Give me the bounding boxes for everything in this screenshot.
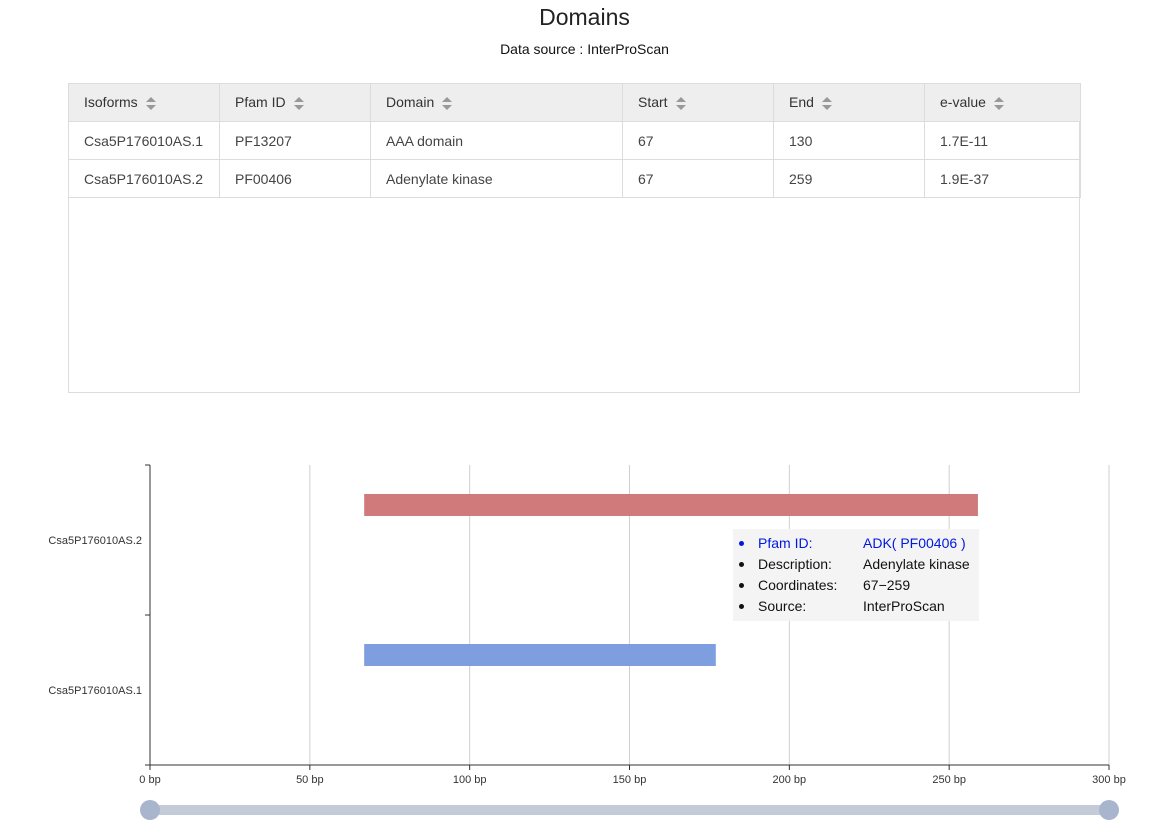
x-tick-label: 100 bp [453, 774, 487, 786]
domains-table: Isoforms Pfam ID Domain Start End e-valu… [68, 83, 1081, 198]
tooltip-pfam-row: Pfam ID: ADK( PF00406 ) [739, 533, 979, 554]
sort-icon[interactable] [145, 96, 156, 111]
cell-isoform: Csa5P176010AS.1 [68, 121, 220, 160]
column-header-end[interactable]: End [773, 83, 925, 122]
column-header-domain[interactable]: Domain [370, 83, 623, 122]
table-row[interactable]: Csa5P176010AS.2 PF00406 Adenylate kinase… [68, 159, 1081, 198]
tooltip-source-row: Source: InterProScan [739, 596, 979, 617]
y-category-label: Csa5P176010AS.1 [48, 685, 142, 697]
sort-icon[interactable] [821, 96, 832, 111]
sort-icon[interactable] [293, 96, 304, 111]
cell-start: 67 [622, 159, 774, 198]
zoom-slider-end-handle[interactable] [1099, 800, 1119, 820]
x-tick-label: 50 bp [296, 774, 324, 786]
zoom-slider-track[interactable] [150, 805, 1109, 815]
column-header-e-value[interactable]: e-value [924, 83, 1081, 122]
x-tick-label: 150 bp [613, 774, 647, 786]
page-title: Domains [539, 4, 630, 30]
cell-start: 67 [622, 121, 774, 160]
domain-bar [364, 494, 978, 516]
cell-end: 130 [773, 121, 925, 160]
x-tick-label: 200 bp [773, 774, 807, 786]
cell-e-value: 1.7E-11 [924, 121, 1081, 160]
column-header-isoforms[interactable]: Isoforms [68, 83, 220, 122]
data-source-label: Data source : InterProScan [500, 41, 669, 57]
domain-bar [364, 644, 716, 666]
tooltip-coordinates-row: Coordinates: 67−259 [739, 575, 979, 596]
tooltip-description-row: Description: Adenylate kinase [739, 554, 979, 575]
x-tick-label: 0 bp [139, 774, 160, 786]
y-category-label: Csa5P176010AS.2 [48, 535, 142, 547]
cell-end: 259 [773, 159, 925, 198]
cell-pfam-id: PF00406 [219, 159, 371, 198]
column-header-start[interactable]: Start [622, 83, 774, 122]
domain-chart: 0 bp 50 bp 100 bp 150 bp 200 bp 250 bp 300 bp C… [48, 464, 1126, 820]
zoom-slider-start-handle[interactable] [140, 800, 160, 820]
domains-table-container: Isoforms Pfam ID Domain Start End e-valu… [68, 83, 1081, 393]
x-tick-label: 300 bp [1092, 774, 1126, 786]
column-header-pfam-id[interactable]: Pfam ID [219, 83, 371, 122]
sort-icon[interactable] [442, 96, 453, 111]
cell-isoform: Csa5P176010AS.2 [68, 159, 220, 198]
cell-domain: Adenylate kinase [370, 159, 623, 198]
domain-tooltip: Pfam ID: ADK( PF00406 ) Description: Adeny… [733, 529, 979, 621]
table-row[interactable]: Csa5P176010AS.1 PF13207 AAA domain 67 13… [68, 121, 1081, 160]
x-tick-label: 250 bp [932, 774, 966, 786]
sort-icon[interactable] [675, 96, 686, 111]
cell-domain: AAA domain [370, 121, 623, 160]
table-header-row: Isoforms Pfam ID Domain Start End e-valu… [68, 83, 1081, 122]
cell-pfam-id: PF13207 [219, 121, 371, 160]
cell-e-value: 1.9E-37 [924, 159, 1081, 198]
sort-icon[interactable] [993, 96, 1004, 111]
